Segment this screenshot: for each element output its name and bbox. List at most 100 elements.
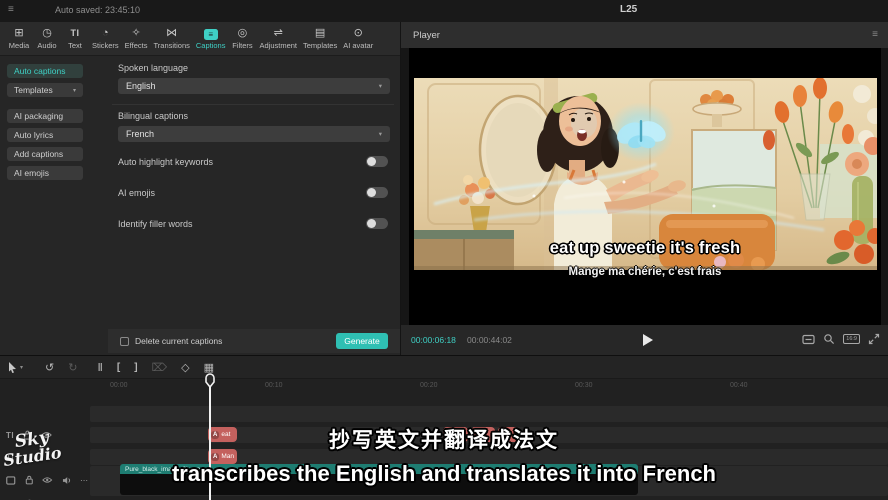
crop-icon[interactable]: ▦ bbox=[204, 361, 214, 374]
ruler-label: 00:20 bbox=[420, 382, 438, 389]
spoken-language-dropdown[interactable]: English ▾ bbox=[118, 78, 390, 94]
sidebar-label: Add captions bbox=[14, 149, 63, 159]
templates-icon: ▤ bbox=[315, 27, 325, 40]
speaker-icon[interactable] bbox=[62, 476, 72, 485]
toolbar-label: Text bbox=[68, 41, 82, 50]
caption-clip-label: Man bbox=[221, 453, 234, 460]
toolbar-label: Adjustment bbox=[259, 41, 297, 50]
delete-icon[interactable]: ⌦ bbox=[152, 361, 168, 374]
sidebar-item-auto-lyrics[interactable]: Auto lyrics bbox=[7, 128, 83, 142]
quality-icon[interactable] bbox=[802, 334, 815, 345]
undo-icon[interactable]: ↺ bbox=[45, 361, 54, 374]
chevron-down-icon: ▾ bbox=[20, 364, 23, 371]
auto-highlight-toggle[interactable] bbox=[366, 156, 388, 167]
playhead-handle[interactable] bbox=[204, 373, 216, 388]
caption-clip[interactable] bbox=[443, 427, 468, 442]
top-bar: ≡ Auto saved: 23:45:10 L25 bbox=[0, 0, 888, 22]
toolbar-templates[interactable]: ▤ Templates bbox=[300, 27, 340, 50]
spoken-language-value: English bbox=[126, 81, 156, 91]
duration-timecode: 00:00:44:02 bbox=[467, 335, 512, 345]
play-button[interactable] bbox=[639, 332, 655, 348]
bilingual-language-dropdown[interactable]: French ▾ bbox=[118, 126, 390, 142]
player-title: Player bbox=[413, 30, 440, 41]
sidebar-label: AI emojis bbox=[14, 168, 49, 178]
menu-icon[interactable]: ≡ bbox=[8, 4, 14, 15]
caption-clip[interactable] bbox=[471, 427, 495, 442]
toolbar-label: Transitions bbox=[153, 41, 189, 50]
toolbar-stickers[interactable]: ◔ Stickers bbox=[89, 27, 122, 50]
mask-icon[interactable]: ◇ bbox=[181, 361, 189, 374]
delete-captions-checkbox[interactable] bbox=[120, 337, 129, 346]
transitions-icon: ⋈ bbox=[166, 27, 177, 40]
toolbar-filters[interactable]: ◎ Filters bbox=[228, 27, 256, 50]
caption-clip-eat[interactable]: A eat bbox=[208, 427, 237, 442]
effects-icon: ✧ bbox=[131, 27, 140, 40]
sidebar-item-templates[interactable]: Templates ▾ bbox=[7, 83, 83, 97]
ruler-label: 00:40 bbox=[730, 382, 748, 389]
toolbar-label: Effects bbox=[125, 41, 148, 50]
player-panel: Player ≡ bbox=[400, 22, 888, 355]
filler-words-toggle[interactable] bbox=[366, 218, 388, 229]
lock-icon[interactable] bbox=[25, 475, 34, 485]
sidebar-item-ai-emojis[interactable]: AI emojis bbox=[7, 166, 83, 180]
toolbar-media[interactable]: ⊞ Media bbox=[5, 27, 33, 50]
sidebar-item-add-captions[interactable]: Add captions bbox=[7, 147, 83, 161]
generate-button[interactable]: Generate bbox=[336, 333, 388, 349]
ai-emojis-label: AI emojis bbox=[118, 188, 155, 198]
toolbar-transitions[interactable]: ⋈ Transitions bbox=[150, 27, 192, 50]
caption-badge: A bbox=[211, 431, 219, 439]
ruler-label: 00:30 bbox=[575, 382, 593, 389]
video-frame[interactable]: eat up sweetie it's fresh Mange ma chéri… bbox=[409, 48, 881, 325]
adjustment-icon: ⇌ bbox=[274, 27, 283, 40]
playhead-timecode: 00:00:06:18 bbox=[411, 335, 456, 345]
captions-panel: Auto captions Templates ▾ AI packaging A… bbox=[0, 55, 400, 355]
toolbar-audio[interactable]: ◷ Audio bbox=[33, 27, 61, 50]
trim-right-icon[interactable]: ] bbox=[134, 362, 137, 373]
ruler-label: 00:10 bbox=[265, 382, 283, 389]
sidebar-label: Auto captions bbox=[14, 66, 66, 76]
autosave-status: Auto saved: 23:45:10 bbox=[55, 5, 140, 15]
video-clip-filmstrip bbox=[120, 474, 638, 495]
sidebar-label: Templates bbox=[14, 85, 53, 95]
aspect-ratio-icon[interactable]: 16:9 bbox=[843, 334, 860, 344]
toolbar-label: Filters bbox=[232, 41, 252, 50]
toolbar-ai-avatar[interactable]: ⊙ AI avatar bbox=[340, 27, 376, 50]
ai-emojis-toggle[interactable] bbox=[366, 187, 388, 198]
trim-left-icon[interactable]: [ bbox=[117, 362, 120, 373]
audio-track-header bbox=[0, 496, 88, 500]
captions-icon: ≡ bbox=[204, 29, 218, 40]
caption-clip-label: eat bbox=[221, 431, 230, 438]
watermark-line: Studio bbox=[2, 445, 62, 469]
toolbar-label: AI avatar bbox=[343, 41, 373, 50]
timeline-region: ▾ ↺ ↻ Ⅱ [ ] ⌦ ◇ ▦ 00:00 00:10 00:20 00:3… bbox=[0, 355, 888, 500]
caption-clip-mange[interactable]: A Man bbox=[208, 449, 237, 464]
sidebar-item-ai-packaging[interactable]: AI packaging bbox=[7, 109, 83, 123]
eye-icon[interactable] bbox=[42, 476, 52, 484]
sidebar-item-auto-captions[interactable]: Auto captions bbox=[7, 64, 83, 78]
fullscreen-icon[interactable] bbox=[868, 333, 880, 345]
toggle-knob bbox=[367, 219, 376, 228]
text-icon: TI bbox=[71, 27, 80, 40]
more-options-icon[interactable]: ⋯ bbox=[80, 476, 88, 485]
select-cursor-icon[interactable]: ▾ bbox=[8, 362, 23, 373]
video-clip[interactable]: Pure_black_image_2k....png bbox=[120, 464, 638, 495]
toolbar-captions[interactable]: ≡ Captions bbox=[193, 28, 229, 50]
sidebar-label: Auto lyrics bbox=[14, 130, 53, 140]
project-title: L25 bbox=[620, 4, 637, 15]
toolbar-adjustment[interactable]: ⇌ Adjustment bbox=[256, 27, 300, 50]
sidebar-label: AI packaging bbox=[14, 111, 63, 121]
zoom-fit-icon[interactable] bbox=[823, 333, 835, 345]
spoken-language-label: Spoken language bbox=[118, 63, 188, 73]
toolbar-text[interactable]: TI Text bbox=[61, 27, 89, 50]
split-icon[interactable]: Ⅱ bbox=[97, 361, 102, 374]
player-controls: 00:00:06:18 00:00:44:02 16:9 bbox=[401, 325, 888, 355]
player-menu-icon[interactable]: ≡ bbox=[872, 29, 878, 40]
toggle-knob bbox=[367, 157, 376, 166]
redo-icon[interactable]: ↻ bbox=[68, 361, 77, 374]
playhead[interactable] bbox=[209, 379, 211, 500]
caption-clip[interactable] bbox=[498, 427, 519, 442]
toolbar-effects[interactable]: ✧ Effects bbox=[122, 27, 151, 50]
video-caption-primary: eat up sweetie it's fresh bbox=[409, 239, 881, 258]
divider bbox=[112, 104, 394, 105]
player-header: Player ≡ bbox=[401, 22, 888, 48]
